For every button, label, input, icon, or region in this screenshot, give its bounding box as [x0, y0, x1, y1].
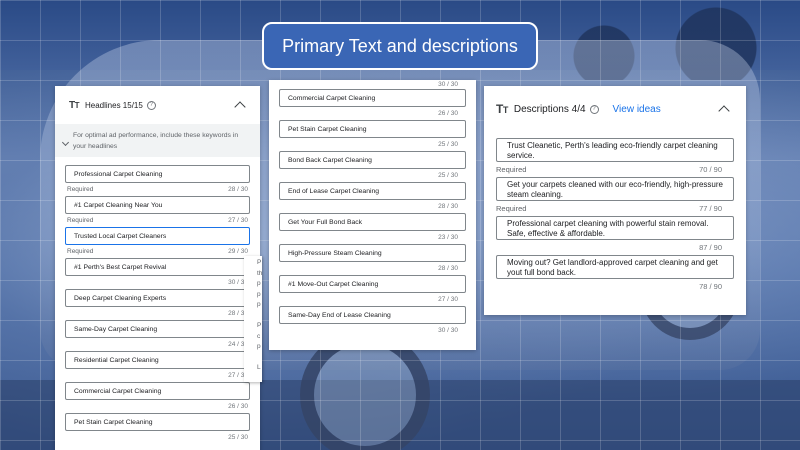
field-meta: 25 / 30	[279, 138, 466, 151]
char-count: 87 / 90	[699, 243, 722, 252]
headline-input[interactable]: #1 Carpet Cleaning Near You	[65, 196, 250, 214]
page-title: Primary Text and descriptions	[262, 22, 538, 70]
headline-input[interactable]: Get Your Full Bond Back	[279, 213, 466, 231]
field-meta: 27 / 30	[279, 293, 466, 306]
headline-input[interactable]: Commercial Carpet Cleaning	[65, 382, 250, 400]
field-meta: 28 / 30	[279, 200, 466, 213]
tooltip-line: P	[257, 259, 262, 266]
headline-input[interactable]: Professional Carpet Cleaning	[65, 165, 250, 183]
headline-input[interactable]: Pet Stain Carpet Cleaning	[279, 120, 466, 138]
field-meta: 26 / 30	[279, 107, 466, 120]
char-count: 27 / 30	[438, 296, 458, 303]
description-input[interactable]: Moving out? Get landlord-approved carpet…	[496, 255, 734, 279]
headline-input[interactable]: Bond Back Carpet Cleaning	[279, 151, 466, 169]
field-meta: 25 / 30	[65, 431, 250, 444]
keyword-hint-text: For optimal ad performance, include thes…	[73, 132, 239, 150]
text-format-icon: TT	[69, 99, 80, 111]
headline-input[interactable]: Same-Day End of Lease Cleaning	[279, 306, 466, 324]
headlines-header[interactable]: TT Headlines 15/15 ?	[65, 86, 250, 124]
field-meta: 30 / 30	[65, 276, 250, 289]
headline-input[interactable]: Trusted Local Carpet Cleaners	[65, 227, 250, 245]
tooltip-line: p	[257, 301, 261, 308]
description-input[interactable]: Trust Cleanetic, Perth's leading eco-fri…	[496, 138, 734, 162]
headlines-list: Professional Carpet Cleaning Required 28 /…	[65, 165, 250, 444]
char-count: 25 / 30	[438, 141, 458, 148]
view-ideas-link[interactable]: View ideas	[613, 104, 661, 115]
tooltip-line: c	[257, 332, 261, 340]
char-count: 29 / 30	[228, 248, 248, 255]
char-count: 30 / 30	[438, 81, 458, 88]
keyword-hint[interactable]: For optimal ad performance, include thes…	[55, 124, 260, 157]
headlines-title: Headlines 15/15	[85, 100, 143, 110]
field-meta: Required 29 / 30	[65, 245, 250, 258]
descriptions-list: Trust Cleanetic, Perth's leading eco-fri…	[496, 138, 734, 294]
tooltip-line: p	[257, 343, 261, 350]
tooltip-line: p	[257, 290, 261, 298]
headlines-continued-list: Commercial Carpet Cleaning 26 / 30 Pet Sta…	[279, 89, 466, 337]
field-meta: 24 / 30	[65, 338, 250, 351]
chevron-up-icon[interactable]	[718, 105, 730, 117]
required-label: Required	[67, 248, 94, 255]
descriptions-panel: TT Descriptions 4/4 ? View ideas Trust C…	[484, 86, 746, 315]
headline-input[interactable]: End of Lease Carpet Cleaning	[279, 182, 466, 200]
field-meta: 28 / 30	[65, 307, 250, 320]
required-label: Required	[496, 165, 527, 174]
char-count: 25 / 30	[228, 434, 248, 441]
tooltip-line	[257, 311, 262, 322]
chevron-down-icon[interactable]	[61, 138, 70, 147]
char-count: 30 / 30	[438, 327, 458, 334]
char-count: 78 / 90	[699, 282, 722, 291]
chevron-up-icon[interactable]	[234, 101, 246, 113]
char-count: 28 / 30	[228, 186, 248, 193]
field-meta: 30 / 30	[279, 324, 466, 337]
headline-input[interactable]: Commercial Carpet Cleaning	[279, 89, 466, 107]
headline-input[interactable]: Same-Day Carpet Cleaning	[65, 320, 250, 338]
char-count: 26 / 30	[438, 110, 458, 117]
char-count: 23 / 30	[438, 234, 458, 241]
required-label: Required	[496, 204, 527, 213]
headline-input[interactable]: Pet Stain Carpet Cleaning	[65, 413, 250, 431]
field-meta: Required 28 / 30	[65, 183, 250, 196]
description-input[interactable]: Professional carpet cleaning with powerf…	[496, 216, 734, 240]
char-count: 27 / 30	[228, 217, 248, 224]
field-meta: 26 / 30	[65, 400, 250, 413]
field-meta: Required 77 / 90	[496, 201, 734, 216]
tooltip-line	[257, 353, 262, 364]
headline-input[interactable]: Deep Carpet Cleaning Experts	[65, 289, 250, 307]
field-meta: 23 / 30	[279, 231, 466, 244]
char-count: 28 / 30	[438, 265, 458, 272]
headline-input[interactable]: High-Pressure Steam Cleaning	[279, 244, 466, 262]
descriptions-header[interactable]: TT Descriptions 4/4 ? View ideas	[496, 86, 734, 132]
field-meta: 27 / 30	[65, 369, 250, 382]
headlines-panel: TT Headlines 15/15 ? For optimal ad perf…	[55, 86, 260, 450]
description-input[interactable]: Get your carpets cleaned with our eco-fr…	[496, 177, 734, 201]
help-icon[interactable]: ?	[146, 100, 156, 110]
tooltip-line: L	[257, 364, 261, 371]
field-meta: Required 70 / 90	[496, 162, 734, 177]
descriptions-title: Descriptions 4/4	[513, 103, 586, 115]
char-count: 28 / 30	[438, 203, 458, 210]
headlines-continued-panel: 30 / 30 Commercial Carpet Cleaning 26 / 3…	[269, 80, 476, 350]
required-label: Required	[67, 217, 94, 224]
field-meta: 87 / 90	[496, 240, 734, 255]
field-meta: Required 27 / 30	[65, 214, 250, 227]
text-format-icon: TT	[496, 102, 508, 116]
tooltip-line: th	[257, 269, 262, 277]
tooltip-line: p	[257, 280, 261, 287]
char-count: 77 / 90	[699, 204, 722, 213]
char-count: 70 / 90	[699, 165, 722, 174]
tooltip-line: P	[257, 322, 262, 329]
field-meta: 28 / 30	[279, 262, 466, 275]
field-meta: 25 / 30	[279, 169, 466, 182]
char-count: 25 / 30	[438, 172, 458, 179]
headline-input[interactable]: Residential Carpet Cleaning	[65, 351, 250, 369]
required-label: Required	[67, 186, 94, 193]
field-meta: 78 / 90	[496, 279, 734, 294]
char-count: 26 / 30	[228, 403, 248, 410]
tooltip-popup: Pth p p p Pc p L	[244, 256, 262, 382]
headline-input[interactable]: #1 Move-Out Carpet Cleaning	[279, 275, 466, 293]
headline-input[interactable]: #1 Perth's Best Carpet Revival	[65, 258, 250, 276]
help-icon[interactable]: ?	[589, 104, 599, 114]
